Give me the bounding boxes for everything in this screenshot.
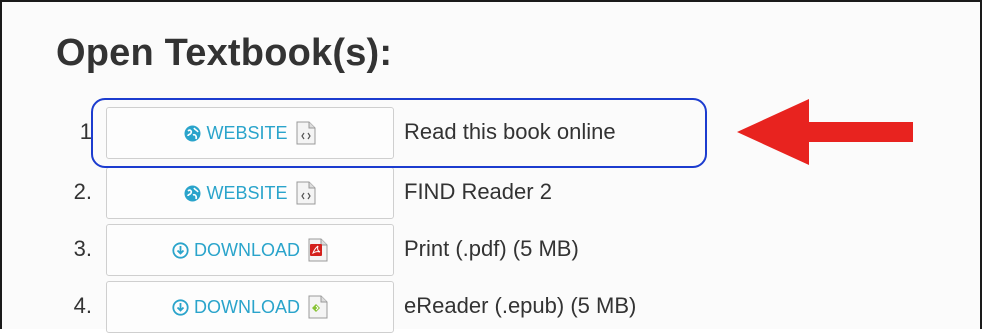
section-title: Open Textbook(s):: [56, 32, 393, 74]
pdf-file-icon: [308, 238, 328, 262]
open-textbooks-panel: Open Textbook(s): 1 WEBSITE Read this bo…: [0, 0, 984, 333]
epub-file-icon: [308, 295, 328, 319]
item-number: 3.: [73, 236, 92, 261]
button-label: WEBSITE: [206, 182, 288, 203]
download-circle-icon: [172, 241, 189, 259]
download-epub-button[interactable]: DOWNLOAD: [106, 281, 394, 333]
download-circle-icon: [172, 298, 189, 316]
item-description: FIND Reader 2: [404, 179, 552, 204]
list-item: 2. WEBSITE FIND Reader 2: [2, 167, 984, 219]
list-item: 4. DOWNLOAD eReader (.epub) (5 MB): [2, 281, 984, 333]
red-arrow-icon: [737, 99, 913, 165]
item-number: 2.: [73, 179, 92, 204]
button-label: DOWNLOAD: [193, 239, 300, 260]
globe-icon: [184, 185, 201, 202]
list-item: 3. DOWNLOAD Print (.pdf) (5 MB): [2, 224, 984, 276]
item-number: 4.: [73, 293, 92, 318]
html-file-icon: [296, 181, 316, 205]
item-number: 1: [79, 119, 92, 144]
highlight-outline: [91, 98, 707, 168]
button-label: DOWNLOAD: [193, 296, 300, 317]
download-pdf-button[interactable]: DOWNLOAD: [106, 224, 394, 276]
website-button[interactable]: WEBSITE: [106, 167, 394, 219]
item-description: eReader (.epub) (5 MB): [404, 293, 637, 318]
item-description: Print (.pdf) (5 MB): [404, 236, 579, 261]
